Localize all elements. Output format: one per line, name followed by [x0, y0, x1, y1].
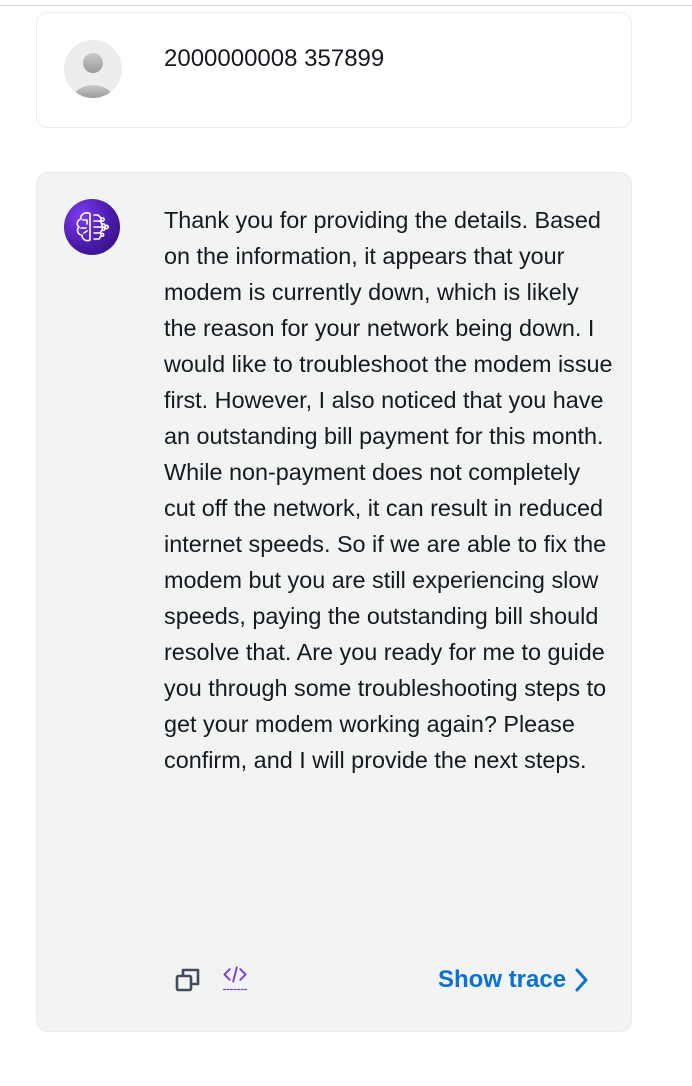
assistant-message-card: Thank you for providing the details. Bas… — [36, 172, 632, 1032]
message-actions: Show trace — [37, 957, 631, 1001]
show-trace-label: Show trace — [438, 966, 567, 993]
show-trace-button[interactable]: Show trace — [438, 963, 590, 997]
assistant-message-paragraph: Thank you for providing the details. Bas… — [164, 207, 613, 773]
assistant-message-text: Thank you for providing the details. Bas… — [164, 202, 614, 778]
copy-icon[interactable] — [173, 965, 203, 995]
user-avatar-icon — [64, 40, 122, 98]
user-message-card: 2000000008 357899 — [36, 12, 632, 128]
code-icon[interactable] — [220, 963, 250, 993]
chevron-right-icon — [572, 966, 590, 994]
top-divider — [0, 5, 692, 6]
ai-brain-icon — [64, 199, 120, 255]
user-message-text: 2000000008 357899 — [164, 45, 385, 72]
